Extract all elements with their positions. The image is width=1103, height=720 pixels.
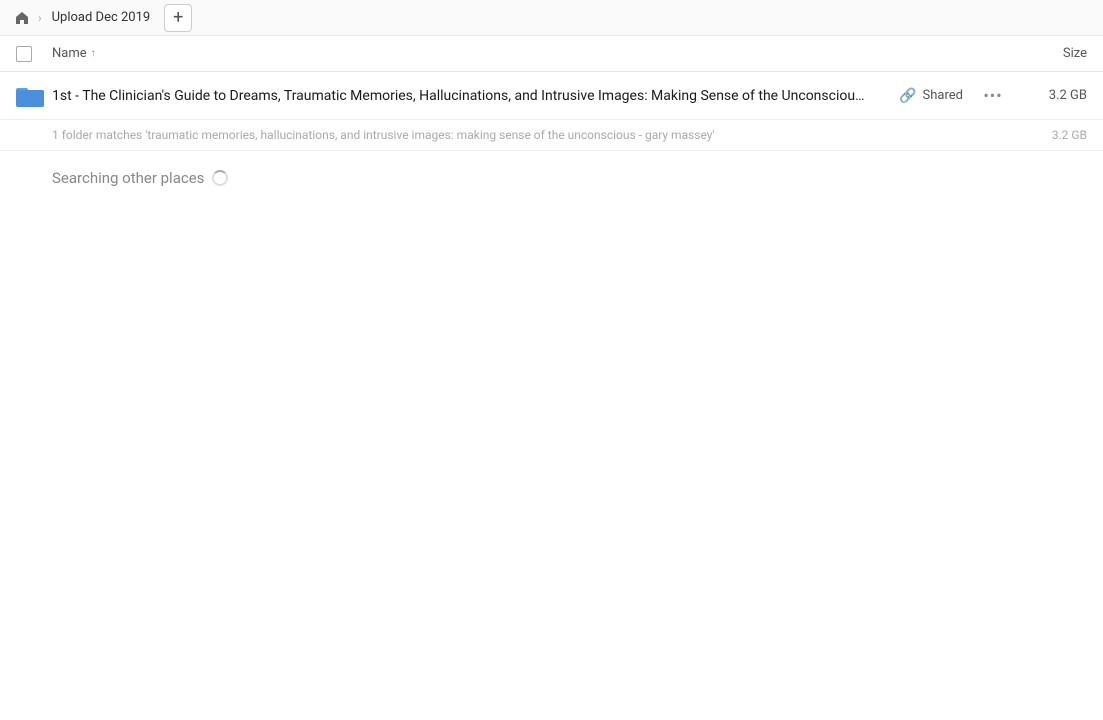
column-header-row: Name ↑ Size — [0, 36, 1103, 72]
folder-icon — [16, 85, 44, 107]
breadcrumb-folder-label[interactable]: Upload Dec 2019 — [44, 8, 159, 27]
home-icon — [14, 10, 30, 26]
more-options-button[interactable]: ••• — [979, 82, 1007, 110]
breadcrumb-separator: › — [38, 11, 42, 25]
searching-label: Searching other places — [52, 169, 204, 187]
home-button[interactable] — [8, 4, 36, 32]
loading-spinner — [212, 170, 228, 186]
sub-info-text: 1 folder matches 'traumatic memories, ha… — [52, 128, 1007, 142]
breadcrumb-bar: › Upload Dec 2019 + — [0, 0, 1103, 36]
shared-badge: Shared — [923, 88, 963, 103]
sort-arrow-icon: ↑ — [91, 48, 96, 59]
shared-area: 🔗 Shared — [879, 88, 979, 104]
file-size-label: 3.2 GB — [1007, 88, 1087, 103]
name-column-header[interactable]: Name ↑ — [52, 46, 1007, 61]
searching-other-places-row: Searching other places — [0, 151, 1103, 193]
file-icon-wrapper — [16, 85, 52, 107]
file-name-label: 1st - The Clinician's Guide to Dreams, T… — [52, 88, 879, 104]
add-button[interactable]: + — [164, 4, 192, 32]
select-all-checkbox-col[interactable] — [16, 46, 52, 62]
link-icon: 🔗 — [899, 88, 916, 104]
file-list-row[interactable]: 1st - The Clinician's Guide to Dreams, T… — [0, 72, 1103, 120]
select-all-checkbox[interactable] — [16, 46, 32, 62]
size-column-header: Size — [1007, 46, 1087, 61]
name-column-label: Name — [52, 46, 87, 61]
sub-info-row: 1 folder matches 'traumatic memories, ha… — [0, 120, 1103, 151]
sub-info-size: 3.2 GB — [1007, 128, 1087, 142]
